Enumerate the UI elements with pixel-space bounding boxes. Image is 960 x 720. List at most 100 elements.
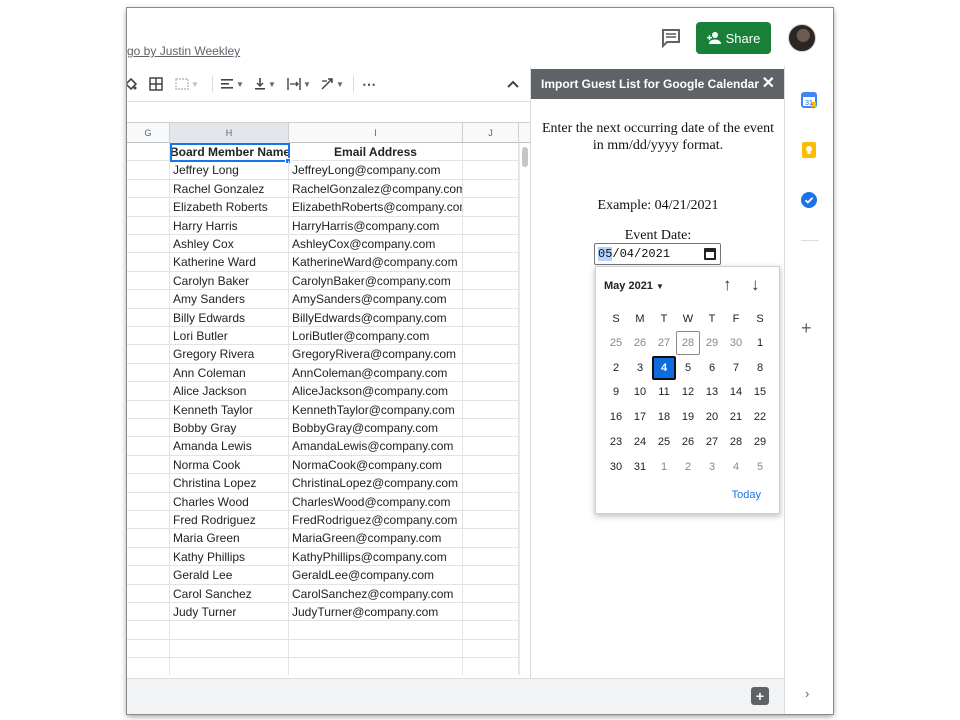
cell[interactable] bbox=[463, 474, 519, 493]
email-cell[interactable]: JudyTurner@company.com bbox=[289, 603, 463, 622]
calendar-day[interactable]: 9 bbox=[604, 380, 628, 404]
cell[interactable] bbox=[289, 658, 463, 675]
cell[interactable] bbox=[127, 235, 170, 254]
name-cell[interactable]: Lori Butler bbox=[170, 327, 289, 346]
user-avatar[interactable] bbox=[788, 24, 816, 52]
name-cell[interactable]: Norma Cook bbox=[170, 455, 289, 475]
cell[interactable] bbox=[463, 290, 519, 309]
cell[interactable] bbox=[463, 235, 519, 254]
name-cell[interactable]: Amanda Lewis bbox=[170, 437, 289, 456]
calendar-day[interactable]: 26 bbox=[628, 331, 652, 355]
cell[interactable] bbox=[463, 492, 519, 511]
cell[interactable] bbox=[463, 143, 519, 162]
calendar-day[interactable]: 27 bbox=[700, 430, 724, 454]
cell[interactable] bbox=[463, 271, 519, 291]
calendar-day[interactable]: 12 bbox=[676, 380, 700, 404]
cell[interactable] bbox=[127, 198, 170, 217]
name-cell[interactable]: Alice Jackson bbox=[170, 382, 289, 401]
email-cell[interactable]: RachelGonzalez@company.com bbox=[289, 179, 463, 199]
name-cell[interactable]: Charles Wood bbox=[170, 492, 289, 511]
vertical-scrollbar[interactable] bbox=[519, 143, 530, 675]
fill-color-icon[interactable] bbox=[127, 74, 137, 94]
calendar-day[interactable]: 22 bbox=[748, 405, 772, 429]
cell[interactable] bbox=[463, 345, 519, 364]
cell[interactable] bbox=[127, 639, 170, 659]
calendar-day[interactable]: 30 bbox=[604, 455, 628, 479]
name-cell[interactable]: Christina Lopez bbox=[170, 474, 289, 493]
calendar-day[interactable]: 2 bbox=[604, 356, 628, 380]
name-cell[interactable]: Harry Harris bbox=[170, 216, 289, 235]
add-addon-icon[interactable]: + bbox=[801, 318, 812, 339]
calendar-day[interactable]: 28 bbox=[676, 331, 700, 355]
horizontal-align-icon[interactable]: ▼ bbox=[220, 74, 244, 94]
cell[interactable] bbox=[463, 511, 519, 530]
cell[interactable] bbox=[127, 308, 170, 327]
calendar-day[interactable]: 29 bbox=[700, 331, 724, 355]
today-button[interactable]: Today bbox=[732, 489, 761, 501]
cell[interactable] bbox=[463, 216, 519, 235]
cell[interactable] bbox=[127, 345, 170, 364]
email-cell[interactable]: GregoryRivera@company.com bbox=[289, 345, 463, 364]
calendar-day[interactable]: 29 bbox=[748, 430, 772, 454]
calendar-day[interactable]: 5 bbox=[676, 356, 700, 380]
calendar-day[interactable]: 4 bbox=[652, 355, 676, 380]
name-cell[interactable]: Ann Coleman bbox=[170, 363, 289, 383]
cell[interactable] bbox=[127, 253, 170, 272]
calendar-day[interactable]: 11 bbox=[652, 380, 676, 404]
cell[interactable] bbox=[127, 363, 170, 383]
cell[interactable] bbox=[127, 566, 170, 585]
calendar-day[interactable]: 13 bbox=[700, 380, 724, 404]
cell[interactable] bbox=[463, 529, 519, 548]
name-cell[interactable]: Bobby Gray bbox=[170, 419, 289, 438]
cell[interactable] bbox=[463, 547, 519, 567]
email-cell[interactable]: ElizabethRoberts@company.com bbox=[289, 198, 463, 217]
cell[interactable] bbox=[463, 161, 519, 180]
cell[interactable] bbox=[127, 419, 170, 438]
email-cell[interactable]: GeraldLee@company.com bbox=[289, 566, 463, 585]
calendar-day[interactable]: 6 bbox=[700, 356, 724, 380]
name-cell[interactable]: Billy Edwards bbox=[170, 308, 289, 327]
email-cell[interactable]: KathyPhillips@company.com bbox=[289, 547, 463, 567]
name-cell[interactable]: Gerald Lee bbox=[170, 566, 289, 585]
cell[interactable] bbox=[463, 400, 519, 419]
calendar-day[interactable]: 10 bbox=[628, 380, 652, 404]
comment-history-icon[interactable] bbox=[661, 28, 681, 48]
calendar-picker-icon[interactable] bbox=[704, 248, 716, 260]
google-keep-icon[interactable] bbox=[801, 142, 817, 158]
cell[interactable] bbox=[463, 437, 519, 456]
calendar-day[interactable]: 19 bbox=[676, 405, 700, 429]
cell[interactable] bbox=[127, 400, 170, 419]
merge-cells-icon[interactable]: ▼ bbox=[175, 74, 199, 94]
cell[interactable] bbox=[463, 327, 519, 346]
scrollbar-thumb[interactable] bbox=[522, 147, 528, 167]
calendar-day[interactable]: 25 bbox=[604, 331, 628, 355]
text-wrapping-icon[interactable]: ▼ bbox=[287, 74, 311, 94]
name-cell[interactable]: Maria Green bbox=[170, 529, 289, 548]
cell[interactable] bbox=[127, 437, 170, 456]
cell[interactable] bbox=[463, 382, 519, 401]
cell[interactable] bbox=[463, 179, 519, 199]
text-rotation-icon[interactable]: ▼ bbox=[320, 74, 344, 94]
column-header-j[interactable]: J bbox=[463, 123, 519, 143]
cell[interactable] bbox=[127, 603, 170, 622]
column-header-h[interactable]: H bbox=[170, 123, 289, 143]
calendar-day[interactable]: 3 bbox=[700, 455, 724, 479]
calendar-day[interactable]: 3 bbox=[628, 356, 652, 380]
cell[interactable] bbox=[127, 547, 170, 567]
cell[interactable] bbox=[127, 511, 170, 530]
previous-month-arrow-icon[interactable]: ↑ bbox=[723, 275, 732, 295]
email-cell[interactable]: AnnColeman@company.com bbox=[289, 363, 463, 383]
borders-icon[interactable] bbox=[149, 74, 163, 94]
month-year-selector[interactable]: May 2021 ▼ bbox=[604, 280, 664, 292]
column-header-g[interactable]: G bbox=[127, 123, 170, 143]
email-cell[interactable]: AliceJackson@company.com bbox=[289, 382, 463, 401]
email-cell[interactable]: KatherineWard@company.com bbox=[289, 253, 463, 272]
cell[interactable] bbox=[463, 658, 519, 675]
calendar-day[interactable]: 20 bbox=[700, 405, 724, 429]
calendar-day[interactable]: 18 bbox=[652, 405, 676, 429]
email-cell[interactable]: CharlesWood@company.com bbox=[289, 492, 463, 511]
calendar-day[interactable]: 21 bbox=[724, 405, 748, 429]
header-cell-name[interactable]: Board Member Name bbox=[170, 143, 289, 162]
collapse-toolbar-icon[interactable] bbox=[507, 74, 519, 94]
more-options-icon[interactable]: ⋯ bbox=[362, 74, 376, 94]
